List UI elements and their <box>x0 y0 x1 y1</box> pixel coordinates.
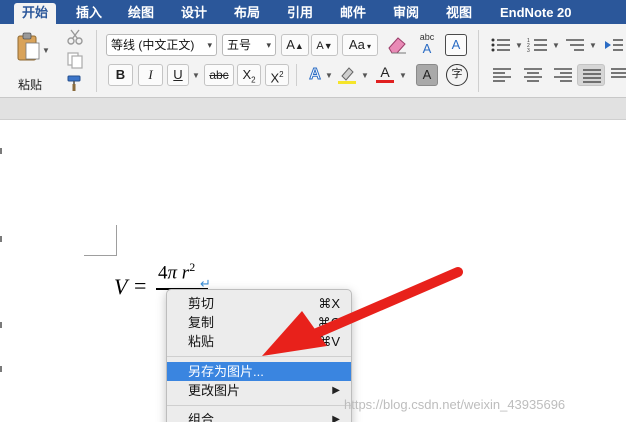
annotation-arrow-head <box>262 311 327 356</box>
annotation-arrow <box>262 267 463 356</box>
annotation-arrow-shaft <box>305 267 463 341</box>
watermark-text: https://blog.csdn.net/weixin_43935696 <box>344 397 566 412</box>
